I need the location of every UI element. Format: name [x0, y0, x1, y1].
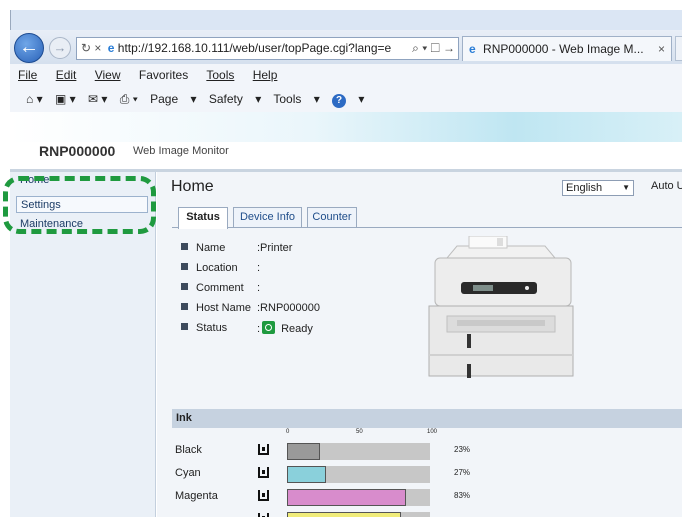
address-search-icon[interactable]: ⌕ ▾ ☐ → [409, 38, 455, 59]
tab-label: Device Info [239, 211, 296, 223]
ink-section-heading: Ink [172, 409, 682, 428]
menu-tools[interactable]: Tools [206, 68, 234, 82]
tab-close-icon[interactable]: × [658, 37, 665, 61]
status-row-comment: Comment : [181, 281, 260, 295]
print-icon[interactable]: ⎙ ▾ [120, 92, 138, 106]
menu-edit[interactable]: Edit [56, 68, 77, 82]
tools-menu-label: Tools [273, 92, 302, 106]
page-menu[interactable]: Page ▾ [150, 92, 196, 106]
safety-menu[interactable]: Safety ▾ [209, 92, 261, 106]
screen-margin [0, 0, 682, 10]
ink-level-bar [287, 489, 406, 506]
ink-name: Black [175, 444, 202, 456]
status-value: :RNP000000 [257, 302, 320, 314]
menu-view[interactable]: View [95, 68, 121, 82]
language-value: English [566, 182, 603, 194]
ink-level-track [287, 489, 430, 506]
ink-cartridge-icon [258, 513, 269, 517]
status-value: : [257, 262, 261, 274]
address-url: http://192.168.10.111/web/user/topPage.c… [117, 41, 392, 55]
status-value: : [257, 282, 261, 294]
ink-percent: 83% [454, 491, 471, 500]
app-name: Web Image Monitor [133, 145, 229, 157]
status-label: Name [196, 242, 226, 254]
menu-favorites[interactable]: Favorites [139, 68, 188, 82]
address-bar[interactable]: ↻ × e http://192.168.10.111/web/user/top… [76, 37, 459, 60]
ink-row: Cyan 27% [172, 463, 682, 485]
tab-label: Counter [312, 211, 352, 223]
status-row-status: Status : Ready [181, 321, 313, 335]
ink-percent: 27% [454, 468, 471, 477]
ink-percent: 23% [454, 445, 471, 454]
language-select[interactable]: English ▼ [562, 180, 634, 196]
browser-tab-active[interactable]: e RNP000000 - Web Image M... × [462, 36, 672, 61]
command-bar: ⌂ ▾ ▣ ▾ ✉ ▾ ⎙ ▾ Page ▾ Safety ▾ Tools ▾ … [10, 86, 682, 112]
tab-label: Status [186, 211, 220, 223]
tab-device-info[interactable]: Device Info [233, 207, 302, 228]
highlight-annotation [3, 176, 156, 234]
help-icon[interactable]: ? ▾ [332, 92, 364, 108]
ink-level-bar [287, 512, 401, 517]
ink-row [172, 509, 682, 517]
ink-row: Magenta 83% [172, 486, 682, 508]
home-icon[interactable]: ⌂ ▾ [26, 92, 43, 106]
scale-label: 100 [427, 429, 438, 435]
ink-level-track [287, 443, 430, 460]
bullet-icon [181, 283, 188, 290]
tab-ie-icon: e [469, 42, 476, 56]
menu-bar: File Edit View Favorites Tools Help [10, 64, 682, 86]
menu-help[interactable]: Help [253, 68, 278, 82]
page-menu-label: Page [150, 92, 179, 106]
status-value: : Ready [257, 321, 313, 336]
status-prefix: : [257, 323, 261, 335]
browser-window: ← → ↻ × e http://192.168.10.111/web/user… [0, 0, 682, 517]
ink-row: Black 23% [172, 440, 682, 462]
ink-level-bar [287, 466, 326, 483]
page-title: Home [171, 178, 214, 195]
status-label: Host Name [196, 302, 252, 314]
ink-name: Magenta [175, 490, 218, 502]
ready-icon [262, 321, 276, 334]
mail-icon[interactable]: ✉ ▾ [88, 92, 107, 106]
header-banner [10, 112, 682, 142]
tab-counter[interactable]: Counter [307, 207, 357, 228]
tools-menu[interactable]: Tools ▾ [273, 92, 319, 106]
status-row-name: Name :Printer [181, 241, 292, 255]
status-value: :Printer [257, 242, 293, 254]
ink-level-track [287, 512, 430, 517]
scale-label: 50 [356, 429, 363, 435]
ink-level-track [287, 466, 430, 483]
menu-file[interactable]: File [18, 68, 37, 82]
bullet-icon [181, 243, 188, 250]
ie-page-icon: e [107, 41, 115, 55]
bullet-icon [181, 323, 188, 330]
status-label: Status [196, 322, 228, 334]
ink-name: Cyan [175, 467, 201, 479]
feeds-icon[interactable]: ▣ ▾ [55, 92, 76, 106]
bullet-icon [181, 303, 188, 310]
printer-image [428, 236, 574, 378]
status-row-host-name: Host Name :RNP000000 [181, 301, 320, 315]
tab-title: RNP000000 - Web Image M... [483, 42, 644, 56]
back-button-icon[interactable]: ← [14, 33, 44, 63]
device-name: RNP000000 [39, 143, 116, 159]
ink-level-bar [287, 443, 320, 460]
ink-cartridge-icon [258, 490, 269, 501]
new-tab-button[interactable] [675, 36, 682, 61]
ink-cartridge-icon [258, 444, 269, 455]
forward-button-icon[interactable]: → [49, 37, 71, 59]
status-label: Comment [196, 282, 244, 294]
status-label: Location [196, 262, 238, 274]
status-row-location: Location : [181, 261, 260, 275]
tab-status[interactable]: Status [178, 207, 228, 229]
auto-refresh-label: Auto U [651, 180, 682, 192]
safety-menu-label: Safety [208, 92, 243, 106]
bullet-icon [181, 263, 188, 270]
chevron-down-icon: ▼ [622, 183, 630, 192]
status-ready-text: Ready [281, 323, 313, 335]
refresh-stop-icons[interactable]: ↻ × [81, 41, 101, 55]
ink-cartridge-icon [258, 467, 269, 478]
scale-label: 0 [286, 429, 290, 435]
